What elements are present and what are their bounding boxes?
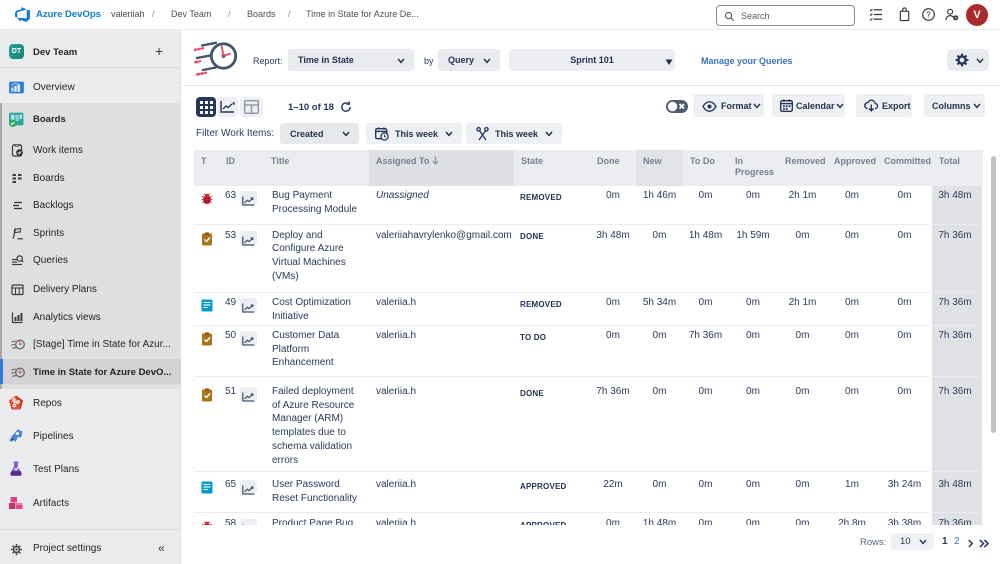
svg-text:?: ? [926,10,931,19]
